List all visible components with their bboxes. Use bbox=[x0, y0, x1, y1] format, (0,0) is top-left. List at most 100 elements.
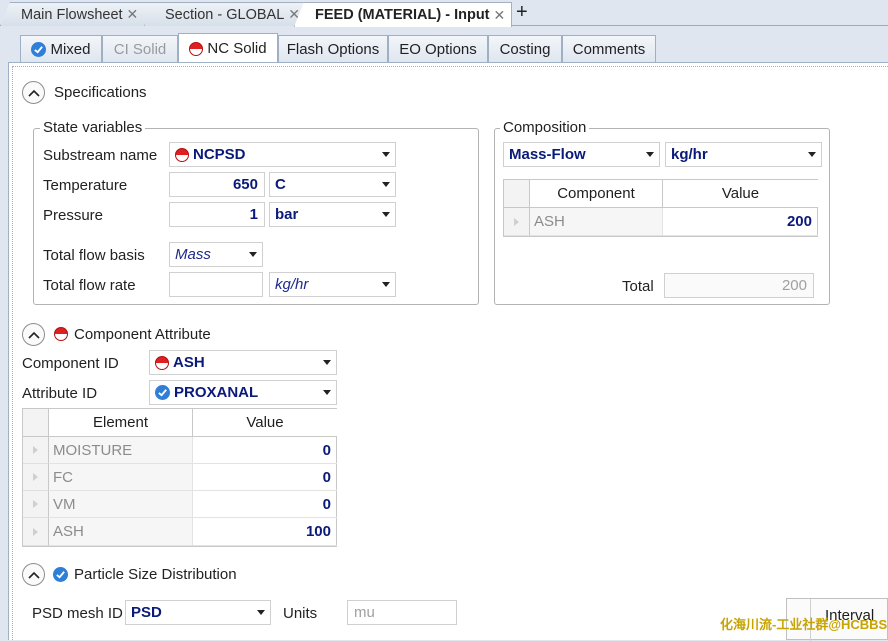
red-status-icon bbox=[189, 41, 204, 56]
row-header[interactable] bbox=[23, 437, 49, 464]
pressure-unit-value: bar bbox=[275, 206, 299, 223]
tab-label: NC Solid bbox=[207, 40, 267, 57]
tab-mixed[interactable]: Mixed bbox=[20, 35, 102, 62]
tab-eo-options[interactable]: EO Options bbox=[388, 35, 488, 62]
chevron-up-icon bbox=[27, 331, 40, 339]
new-tab-plus-icon[interactable]: + bbox=[516, 1, 528, 24]
row-arrow-icon bbox=[514, 217, 519, 226]
red-status-icon bbox=[54, 327, 68, 341]
doc-tab-label: Section - GLOBAL bbox=[165, 6, 285, 23]
chevron-up-icon bbox=[27, 89, 40, 97]
doc-tab-section-global[interactable]: Section - GLOBAL ✕ bbox=[144, 2, 310, 26]
chevron-down-icon[interactable] bbox=[377, 212, 395, 217]
close-icon[interactable]: ✕ bbox=[127, 6, 139, 23]
chevron-down-icon[interactable] bbox=[318, 390, 336, 395]
total-flow-basis-select[interactable]: Mass bbox=[169, 242, 263, 267]
element-cell[interactable]: ASH bbox=[49, 518, 193, 546]
pressure-input[interactable]: 1 bbox=[169, 202, 265, 227]
composition-legend: Composition bbox=[500, 119, 590, 136]
chevron-down-icon[interactable] bbox=[244, 252, 262, 257]
column-header-value[interactable]: Value bbox=[663, 180, 818, 208]
chevron-down-icon[interactable] bbox=[803, 152, 821, 157]
column-header-element[interactable]: Element bbox=[49, 409, 193, 437]
column-header-component[interactable]: Component bbox=[530, 180, 663, 208]
chevron-down-icon[interactable] bbox=[641, 152, 659, 157]
close-icon[interactable]: ✕ bbox=[494, 7, 506, 24]
flow-rate-unit-select[interactable]: kg/hr bbox=[269, 272, 396, 297]
collapse-component-attribute-button[interactable] bbox=[22, 323, 45, 346]
tab-flash-options[interactable]: Flash Options bbox=[278, 35, 388, 62]
check-icon bbox=[155, 385, 170, 400]
chevron-down-icon[interactable] bbox=[377, 282, 395, 287]
tab-comments[interactable]: Comments bbox=[562, 35, 656, 62]
component-cell[interactable]: ASH bbox=[530, 208, 663, 236]
row-header[interactable] bbox=[504, 208, 530, 236]
substream-name-select[interactable]: NCPSD bbox=[169, 142, 396, 167]
attribute-grid: Element Value MOISTURE 0 FC 0 VM 0 ASH 1… bbox=[22, 408, 337, 547]
state-variables-legend: State variables bbox=[40, 119, 146, 136]
composition-grid: Component Value ASH 200 bbox=[503, 179, 818, 237]
doc-tab-feed-input[interactable]: FEED (MATERIAL) - Input ✕ bbox=[294, 2, 512, 27]
value-cell[interactable]: 0 bbox=[193, 437, 337, 464]
element-cell[interactable]: VM bbox=[49, 491, 193, 518]
collapse-specifications-button[interactable] bbox=[22, 81, 45, 104]
element-cell[interactable]: FC bbox=[49, 464, 193, 491]
specifications-title: Specifications bbox=[54, 84, 147, 101]
element-cell[interactable]: MOISTURE bbox=[49, 437, 193, 464]
tab-nc-solid[interactable]: NC Solid bbox=[178, 33, 278, 63]
check-icon bbox=[53, 567, 68, 582]
pressure-unit-select[interactable]: bar bbox=[269, 202, 396, 227]
substream-name-label: Substream name bbox=[43, 147, 158, 164]
chevron-down-icon[interactable] bbox=[377, 182, 395, 187]
value-cell[interactable]: 0 bbox=[193, 464, 337, 491]
chevron-down-icon[interactable] bbox=[318, 360, 336, 365]
value-cell[interactable]: 100 bbox=[193, 518, 337, 546]
component-id-label: Component ID bbox=[22, 355, 119, 372]
total-flow-rate-input[interactable] bbox=[169, 272, 263, 297]
total-flow-rate-label: Total flow rate bbox=[43, 277, 136, 294]
tab-costing[interactable]: Costing bbox=[488, 35, 562, 62]
composition-unit-value: kg/hr bbox=[671, 146, 708, 163]
pressure-label: Pressure bbox=[43, 207, 104, 224]
chevron-down-icon[interactable] bbox=[377, 152, 395, 157]
total-label: Total bbox=[622, 278, 654, 295]
row-arrow-icon bbox=[33, 473, 38, 481]
composition-basis-value: Mass-Flow bbox=[509, 146, 586, 163]
attribute-id-label: Attribute ID bbox=[22, 385, 98, 402]
composition-unit-select[interactable]: kg/hr bbox=[665, 142, 822, 167]
tab-label: Mixed bbox=[50, 40, 91, 58]
value-cell[interactable]: 0 bbox=[193, 491, 337, 518]
tab-ci-solid[interactable]: CI Solid bbox=[102, 35, 178, 62]
temperature-input[interactable]: 650 bbox=[169, 172, 265, 197]
row-header[interactable] bbox=[23, 518, 49, 546]
total-value: 200 bbox=[664, 273, 814, 298]
chevron-down-icon[interactable] bbox=[252, 610, 270, 615]
red-status-icon bbox=[175, 147, 189, 162]
tab-label: Comments bbox=[572, 40, 646, 58]
attribute-id-value: PROXANAL bbox=[174, 384, 259, 401]
attribute-id-select[interactable]: PROXANAL bbox=[149, 380, 337, 405]
grid-corner bbox=[504, 180, 530, 208]
collapse-psd-button[interactable] bbox=[22, 563, 45, 586]
doc-tab-label: FEED (MATERIAL) - Input bbox=[315, 7, 490, 23]
psd-mesh-value: PSD bbox=[131, 604, 162, 621]
psd-mesh-id-select[interactable]: PSD bbox=[125, 600, 271, 625]
red-status-icon bbox=[155, 355, 169, 370]
component-id-select[interactable]: ASH bbox=[149, 350, 337, 375]
composition-basis-select[interactable]: Mass-Flow bbox=[503, 142, 660, 167]
flow-basis-value: Mass bbox=[175, 246, 211, 263]
grid-corner bbox=[23, 409, 49, 437]
temperature-unit-select[interactable]: C bbox=[269, 172, 396, 197]
column-header-value[interactable]: Value bbox=[193, 409, 337, 437]
row-header[interactable] bbox=[23, 491, 49, 518]
doc-tab-main-flowsheet[interactable]: Main Flowsheet ✕ bbox=[0, 2, 158, 26]
row-header[interactable] bbox=[23, 464, 49, 491]
row-arrow-icon bbox=[33, 446, 38, 454]
value-cell[interactable]: 200 bbox=[663, 208, 818, 236]
tab-label: Costing bbox=[499, 40, 551, 58]
row-arrow-icon bbox=[33, 500, 38, 508]
units-input: mu bbox=[347, 600, 457, 625]
component-id-value: ASH bbox=[173, 354, 205, 371]
tab-label: Flash Options bbox=[286, 40, 380, 58]
flow-rate-unit-value: kg/hr bbox=[275, 276, 309, 293]
